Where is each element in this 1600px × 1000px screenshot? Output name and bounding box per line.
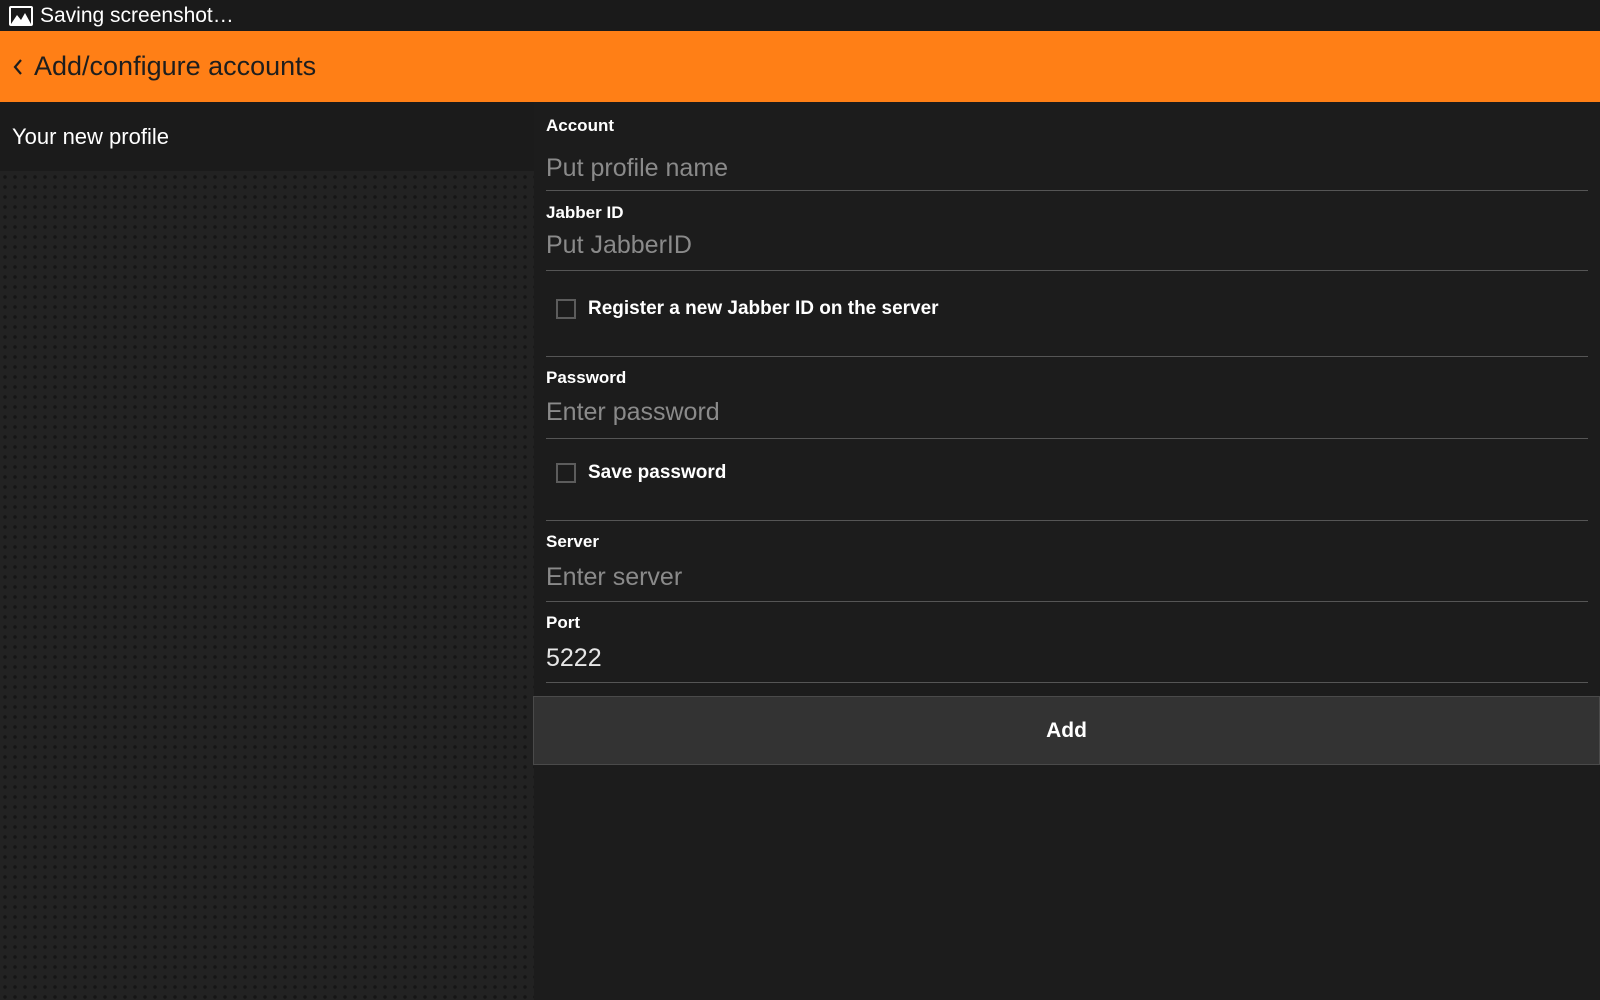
save-password-checkbox-row[interactable]: Save password: [556, 462, 726, 484]
password-label: Password: [546, 368, 627, 387]
page-title: Add/configure accounts: [34, 51, 317, 81]
divider: [546, 438, 1588, 439]
divider: [546, 190, 1588, 191]
account-placeholder: Put profile name: [546, 153, 729, 182]
divider: [546, 601, 1588, 602]
server-label: Server: [546, 532, 599, 551]
register-jabber-id-checkbox-row[interactable]: Register a new Jabber ID on the server: [556, 298, 939, 320]
account-name-input[interactable]: Put profile name: [546, 151, 1588, 185]
register-checkbox[interactable]: [556, 299, 576, 319]
status-text: Saving screenshot…: [40, 3, 234, 27]
jabber-id-input[interactable]: Put JabberID: [546, 228, 1588, 262]
save-password-checkbox[interactable]: [556, 463, 576, 483]
divider: [546, 356, 1588, 357]
add-button-label: Add: [1046, 718, 1087, 742]
divider: [546, 270, 1588, 271]
add-button[interactable]: Add: [533, 696, 1600, 765]
chevron-left-icon: [13, 58, 22, 75]
left-pane: Your new profile: [0, 102, 534, 1000]
port-value: 5222: [546, 643, 602, 672]
profile-list-item[interactable]: Your new profile: [0, 102, 534, 171]
back-button[interactable]: [0, 31, 26, 102]
jabber-id-label: Jabber ID: [546, 203, 624, 222]
account-form: Account Put profile name Jabber ID Put J…: [533, 102, 1600, 1000]
status-bar: Saving screenshot…: [0, 0, 1600, 31]
divider: [546, 520, 1588, 521]
save-password-label: Save password: [588, 462, 727, 483]
port-label: Port: [546, 613, 580, 632]
password-placeholder: Enter password: [546, 397, 720, 426]
server-input[interactable]: Enter server: [546, 560, 1588, 594]
action-bar: Add/configure accounts: [0, 31, 1600, 102]
image-icon: [9, 5, 33, 26]
password-input[interactable]: Enter password: [546, 395, 1588, 429]
profile-label: Your new profile: [12, 123, 169, 149]
account-label: Account: [546, 116, 614, 135]
server-placeholder: Enter server: [546, 562, 683, 591]
divider: [546, 682, 1588, 683]
jabber-id-placeholder: Put JabberID: [546, 230, 692, 259]
register-checkbox-label: Register a new Jabber ID on the server: [588, 298, 939, 319]
port-input[interactable]: 5222: [546, 641, 1588, 675]
